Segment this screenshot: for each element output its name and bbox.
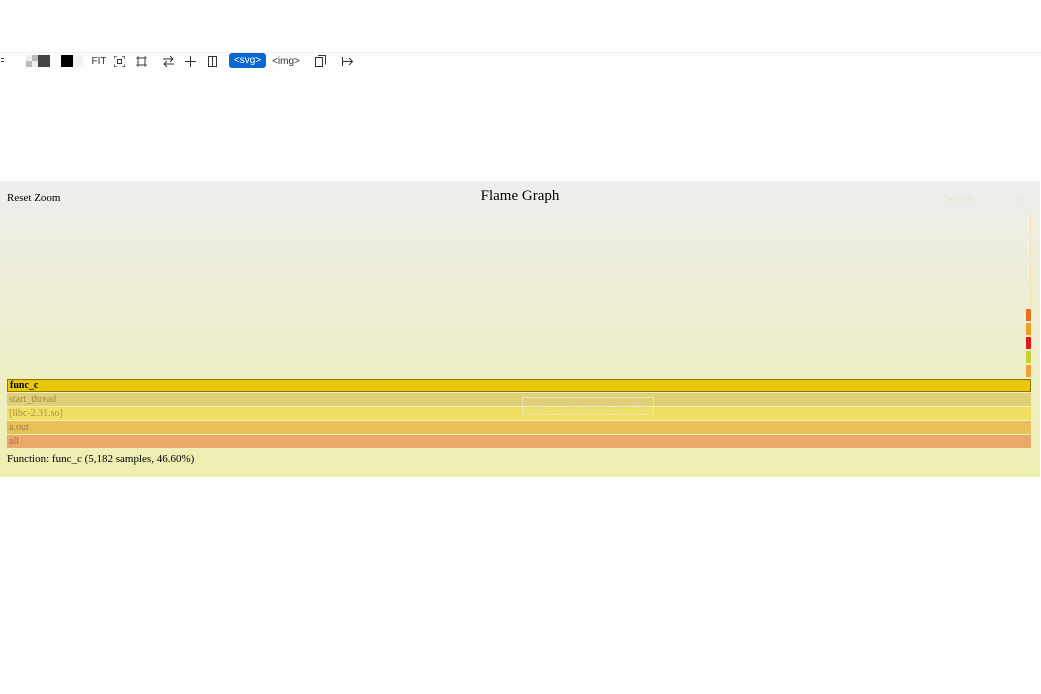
frame-all[interactable]: all	[7, 435, 1031, 448]
search-button[interactable]: Search	[944, 192, 974, 204]
top-blank-area	[0, 0, 1041, 53]
black-swatch-icon[interactable]	[61, 52, 83, 70]
flame-graph: Reset Zoom Flame Graph Search ic func_c …	[0, 181, 1040, 477]
frame-func-c[interactable]: func_c	[7, 379, 1031, 392]
ignore-case-toggle[interactable]: ic	[1016, 192, 1024, 204]
thin-frame[interactable]	[1030, 285, 1031, 305]
frame-a-out[interactable]: a.out	[7, 421, 1031, 434]
arrow-right-icon[interactable]	[342, 52, 354, 70]
svg-mode-button[interactable]: <svg>	[229, 53, 266, 68]
narrow-frame[interactable]	[1026, 351, 1031, 363]
thin-frame[interactable]	[1030, 239, 1031, 259]
zoom-to-content-icon[interactable]	[135, 52, 147, 70]
frame-start-thread[interactable]: start_thread	[7, 393, 1031, 406]
narrow-frame[interactable]	[1026, 337, 1031, 349]
fit-icon[interactable]	[113, 52, 125, 70]
narrow-frame[interactable]	[1026, 365, 1031, 377]
narrow-frame[interactable]	[1026, 309, 1031, 321]
frame-libc[interactable]: [libc-2.31.so]	[7, 407, 1031, 420]
thin-frame[interactable]	[1030, 263, 1031, 283]
narrow-frame[interactable]	[1026, 323, 1031, 335]
thin-frame[interactable]	[1030, 215, 1031, 235]
function-details: Function: func_c (5,182 samples, 46.60%)	[7, 453, 195, 465]
checker-dark-icon[interactable]	[38, 52, 50, 70]
swap-icon[interactable]	[162, 52, 175, 70]
crosshair-icon[interactable]	[184, 52, 196, 70]
panel-icon[interactable]	[207, 52, 218, 70]
flame-graph-title: Flame Graph	[480, 188, 560, 204]
ghost-tooltip: func_c (5,182 samples, 46.60%)	[522, 397, 654, 415]
copy-icon[interactable]	[314, 52, 326, 70]
menu-icon[interactable]	[0, 52, 6, 70]
fit-button[interactable]: FIT	[90, 52, 108, 70]
img-mode-button[interactable]: <img>	[270, 52, 302, 70]
checker-light-icon[interactable]	[26, 52, 38, 70]
image-viewer-toolbar: FIT <svg> <img>	[0, 52, 1041, 70]
